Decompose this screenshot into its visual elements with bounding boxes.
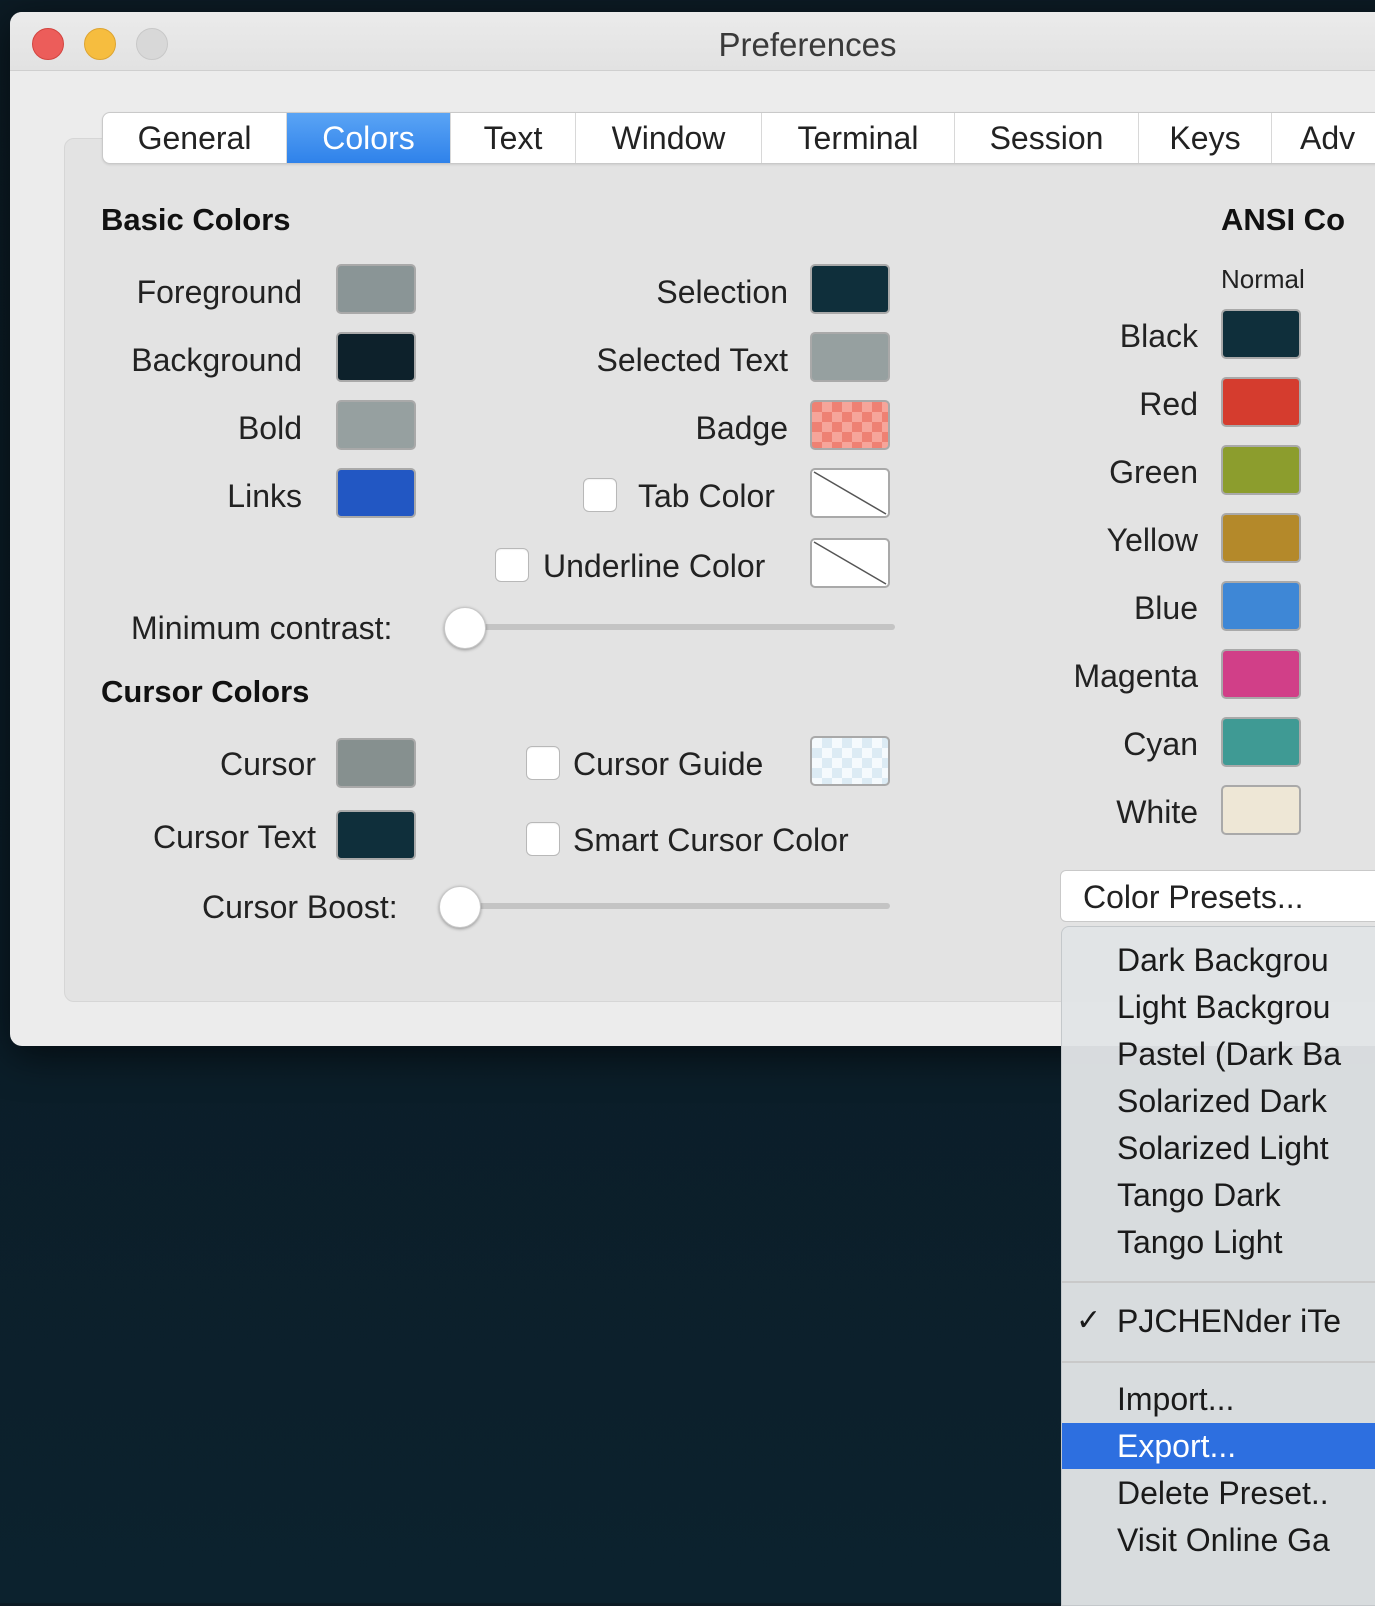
minimum-contrast-knob[interactable]: [444, 607, 486, 649]
selected-text-color-well[interactable]: [810, 332, 890, 382]
ansi-blue-label: Blue: [1133, 590, 1198, 626]
ansi-green-color-well[interactable]: [1221, 445, 1301, 495]
preset-menu-item-custom[interactable]: ✓ PJCHENder iTe: [1062, 1298, 1375, 1344]
ansi-black-label: Black: [1119, 318, 1198, 354]
tab-advanced[interactable]: Adv: [1272, 113, 1375, 163]
preset-menu-item[interactable]: Tango Light: [1062, 1219, 1375, 1265]
ansi-black-color-well[interactable]: [1221, 309, 1301, 359]
ansi-colors-heading: ANSI Co: [1221, 202, 1345, 237]
underline-color-well[interactable]: [810, 538, 890, 588]
ansi-white-color-well[interactable]: [1221, 785, 1301, 835]
tab-general[interactable]: General: [103, 113, 287, 163]
cursor-guide-label: Cursor Guide: [573, 746, 764, 782]
badge-label: Badge: [695, 410, 788, 446]
ansi-magenta-color-well[interactable]: [1221, 649, 1301, 699]
ansi-green-label: Green: [1109, 454, 1198, 490]
tab-terminal[interactable]: Terminal: [762, 113, 955, 163]
ansi-cyan-label: Cyan: [1123, 726, 1198, 762]
smart-cursor-color-label: Smart Cursor Color: [573, 822, 849, 858]
underline-color-checkbox[interactable]: [495, 548, 529, 582]
cursor-label: Cursor: [219, 746, 316, 782]
preset-menu-item[interactable]: Light Backgrou: [1062, 984, 1375, 1030]
smart-cursor-color-checkbox[interactable]: [526, 822, 560, 856]
tab-colors[interactable]: Colors: [287, 113, 451, 163]
minimum-contrast-label: Minimum contrast:: [131, 610, 393, 646]
cursor-boost-label: Cursor Boost:: [202, 889, 398, 925]
preset-menu-item-label: PJCHENder iTe: [1117, 1303, 1342, 1339]
import-menu-item[interactable]: Import...: [1062, 1376, 1375, 1422]
underline-color-label: Underline Color: [543, 548, 766, 584]
menu-separator: [1062, 1361, 1375, 1363]
links-color-well[interactable]: [336, 468, 416, 518]
preset-menu-item[interactable]: Pastel (Dark Ba: [1062, 1031, 1375, 1077]
preferences-window: Preferences General Colors Text Window T…: [10, 12, 1375, 1046]
cursor-guide-color-well[interactable]: [810, 736, 890, 786]
ansi-cyan-color-well[interactable]: [1221, 717, 1301, 767]
foreground-color-well[interactable]: [336, 264, 416, 314]
cursor-text-color-well[interactable]: [336, 810, 416, 860]
selected-text-label: Selected Text: [596, 342, 788, 378]
ansi-red-label: Red: [1139, 386, 1198, 422]
badge-color-well[interactable]: [810, 400, 890, 450]
preset-menu-item[interactable]: Tango Dark: [1062, 1172, 1375, 1218]
tab-keys[interactable]: Keys: [1139, 113, 1272, 163]
export-menu-item[interactable]: Export...: [1062, 1423, 1375, 1469]
preset-menu-item[interactable]: Solarized Dark: [1062, 1078, 1375, 1124]
ansi-magenta-label: Magenta: [1073, 658, 1198, 694]
cursor-text-label: Cursor Text: [152, 819, 316, 855]
selection-label: Selection: [656, 274, 788, 310]
cursor-colors-heading: Cursor Colors: [101, 674, 310, 709]
preset-menu-item[interactable]: Solarized Light: [1062, 1125, 1375, 1171]
ansi-normal-column-label: Normal: [1221, 264, 1305, 294]
minimum-contrast-track[interactable]: [465, 624, 895, 630]
ansi-blue-color-well[interactable]: [1221, 581, 1301, 631]
visit-online-gallery-menu-item[interactable]: Visit Online Ga: [1062, 1517, 1375, 1563]
selection-color-well[interactable]: [810, 264, 890, 314]
title-bar: Preferences: [10, 12, 1375, 71]
preset-menu-item[interactable]: Dark Backgrou: [1062, 937, 1375, 983]
background-color-well[interactable]: [336, 332, 416, 382]
ansi-yellow-label: Yellow: [1106, 522, 1198, 558]
tab-color-checkbox[interactable]: [583, 478, 617, 512]
ansi-white-label: White: [1116, 794, 1198, 830]
delete-preset-menu-item[interactable]: Delete Preset..: [1062, 1470, 1375, 1516]
window-title: Preferences: [718, 26, 897, 63]
menu-separator: [1062, 1281, 1375, 1283]
tab-session[interactable]: Session: [955, 113, 1139, 163]
basic-colors-heading: Basic Colors: [101, 202, 291, 237]
links-label: Links: [227, 478, 302, 514]
ansi-yellow-color-well[interactable]: [1221, 513, 1301, 563]
color-presets-button[interactable]: Color Presets...: [1060, 870, 1375, 922]
cursor-color-well[interactable]: [336, 738, 416, 788]
cursor-guide-checkbox[interactable]: [526, 746, 560, 780]
tab-color-well[interactable]: [810, 468, 890, 518]
tab-window[interactable]: Window: [576, 113, 762, 163]
checkmark-icon: ✓: [1076, 1304, 1102, 1337]
bold-color-well[interactable]: [336, 400, 416, 450]
cursor-boost-knob[interactable]: [439, 886, 481, 928]
preferences-tab-bar: General Colors Text Window Terminal Sess…: [102, 112, 1375, 164]
tab-color-label: Tab Color: [638, 478, 775, 514]
cursor-boost-track[interactable]: [460, 903, 890, 909]
bold-label: Bold: [237, 410, 302, 446]
foreground-label: Foreground: [136, 274, 302, 310]
background-label: Background: [131, 342, 302, 378]
color-presets-menu: Dark Backgrou Light Backgrou Pastel (Dar…: [1061, 926, 1375, 1606]
tab-text[interactable]: Text: [451, 113, 576, 163]
ansi-red-color-well[interactable]: [1221, 377, 1301, 427]
